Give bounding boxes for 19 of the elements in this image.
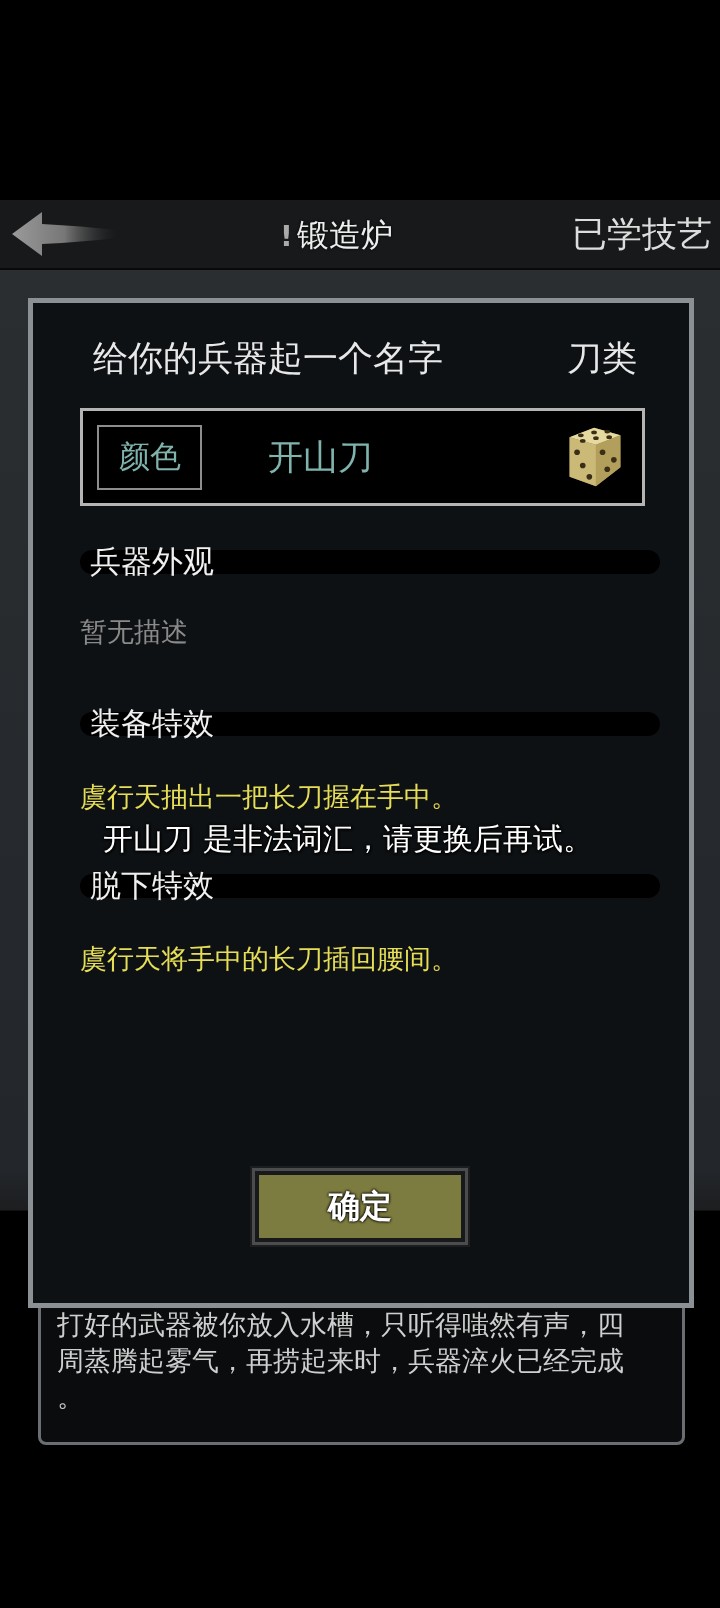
section-heading: 兵器外观 xyxy=(90,542,214,581)
color-button[interactable]: 颜色 xyxy=(97,424,202,490)
effect-text: 虞行天将手中的长刀插回腰间。 xyxy=(80,942,459,976)
error-message: 开山刀 是非法词汇，请更换后再试。 xyxy=(103,820,593,858)
dialog-title: 给你的兵器起一个名字 xyxy=(93,336,443,380)
learned-skills-link[interactable]: 已学技艺 xyxy=(572,210,712,258)
log-text: 打好的武器被你放入水槽，只听得嗤然有声，四 xyxy=(57,1308,625,1342)
placeholder-text: 暂无描述 xyxy=(80,615,189,649)
section-heading: 脱下特效 xyxy=(90,866,214,905)
confirm-button[interactable]: 确定 xyxy=(252,1168,468,1245)
log-text: 。 xyxy=(57,1380,85,1414)
name-field[interactable]: 颜色 开山刀 xyxy=(80,408,645,506)
alert-mark: ! xyxy=(280,219,293,253)
section-heading: 装备特效 xyxy=(90,704,214,743)
effect-text: 虞行天抽出一把长刀握在手中。 xyxy=(80,780,459,814)
screen-title: 锻造炉 xyxy=(296,215,393,256)
weapon-name: 开山刀 xyxy=(268,435,373,479)
log-text: 周蒸腾起雾气，再捞起来时，兵器淬火已经完成 xyxy=(57,1344,625,1378)
weapon-category: 刀类 xyxy=(567,336,637,380)
